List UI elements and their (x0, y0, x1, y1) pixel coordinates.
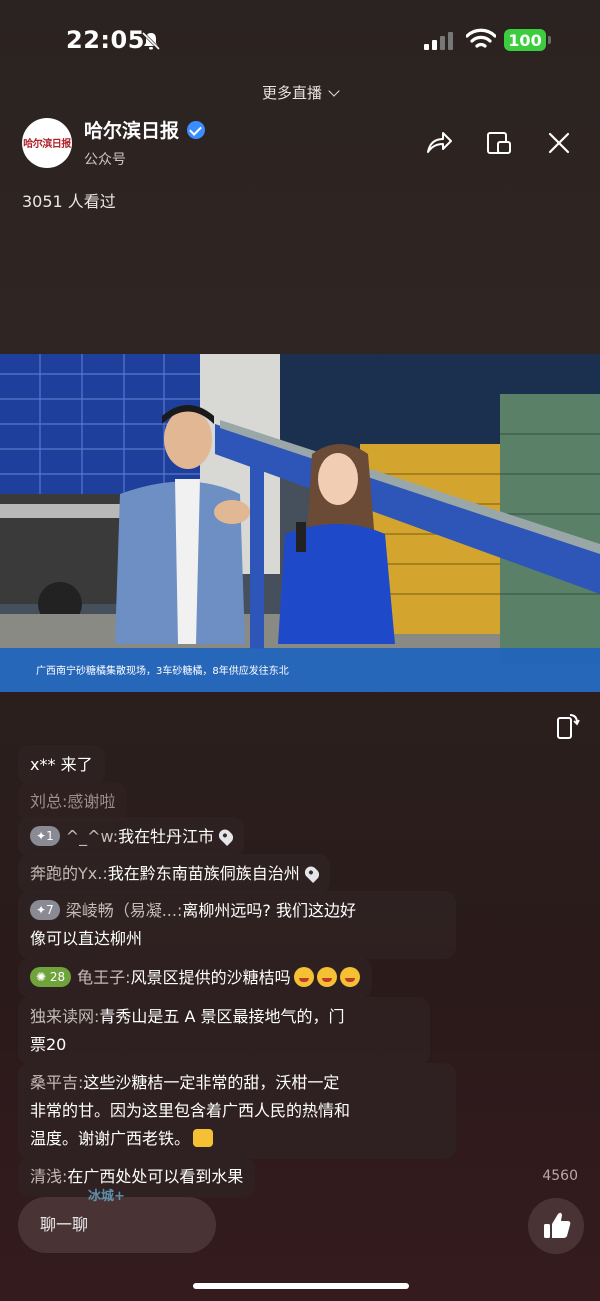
video-frame (0, 354, 600, 692)
level-badge: ✦7 (30, 900, 60, 920)
battery-icon: 100 (504, 29, 546, 51)
status-bar: 22:05 100 (0, 0, 600, 80)
close-icon[interactable] (544, 128, 574, 158)
viewer-count: 3051 人看过 (22, 192, 116, 211)
comment-text-cont: 票20 (30, 1035, 67, 1054)
rotate-screen-icon[interactable] (556, 712, 580, 740)
location-pin-icon (216, 826, 236, 847)
level-badge: ✺ 28 (30, 967, 72, 987)
watermark-logo: 冰城+ (88, 1189, 125, 1204)
comment-text: 感谢啦 (67, 792, 116, 811)
emoji-icon (293, 967, 314, 987)
comment-text: 离柳州远吗? 我们这边好 (182, 901, 356, 920)
channel-info[interactable]: 哈尔滨日报 哈尔滨日报 公众号 (22, 116, 206, 169)
chat-input[interactable]: 聊一聊 (18, 1197, 216, 1253)
comment-item: 清浅:在广西处处可以看到水果 (18, 1157, 256, 1197)
comment-item: 奔跑的Yx.:我在黔东南苗族侗族自治州 (18, 854, 330, 894)
float-window-icon[interactable] (484, 128, 514, 158)
comment-text: 来了 (60, 755, 93, 774)
comment-user: 清浅: (30, 1167, 68, 1186)
more-live-button[interactable]: 更多直播 (0, 82, 600, 103)
comment-text: 在广西处处可以看到水果 (67, 1167, 244, 1186)
comment-item: ✦7 梁崚畅（易凝...:离柳州远吗? 我们这边好 像可以直达柳州 (18, 891, 456, 959)
wifi-icon (466, 28, 496, 48)
comment-text: 青秀山是五 A 景区最接地气的，门 (99, 1007, 345, 1026)
emoji-icon (339, 967, 360, 987)
comment-text: 这些沙糖桔一定非常的甜，沃柑一定 (83, 1073, 340, 1092)
comment-text: 风景区提供的沙糖桔吗 (130, 968, 291, 987)
clock: 22:05 (66, 26, 145, 54)
comment-user: 刘总: (30, 792, 68, 811)
bell-muted-icon (141, 31, 161, 51)
comment-text-cont: 非常的甘。因为这里包含着广西人民的热情和 (30, 1101, 351, 1120)
thumbs-up-emoji (193, 1129, 214, 1147)
comment-user: 龟王子: (77, 968, 131, 987)
battery-tip (548, 36, 551, 44)
avatar-logo: 哈尔滨日报 (23, 139, 71, 150)
comment-user: x** (30, 755, 56, 774)
level-badge: ✦1 (30, 826, 60, 846)
comment-item: x** 来了 (18, 745, 105, 785)
comment-user: 独来读网: (30, 1007, 100, 1026)
more-live-label: 更多直播 (261, 84, 322, 102)
like-button[interactable] (528, 1198, 584, 1254)
emoji-icon (316, 967, 337, 987)
comment-user: 梁崚畅（易凝...: (65, 901, 183, 920)
channel-name: 哈尔滨日报 (84, 120, 180, 142)
channel-type: 公众号 (84, 152, 126, 168)
comment-user: 桑平吉: (30, 1073, 84, 1092)
chevron-down-icon (328, 85, 340, 97)
live-video[interactable] (0, 354, 600, 692)
share-icon[interactable] (424, 128, 454, 158)
comment-item: 独来读网:青秀山是五 A 景区最接地气的，门 票20 (18, 997, 430, 1065)
comment-user: 奔跑的Yx.: (30, 864, 108, 883)
comment-item: 桑平吉:这些沙糖桔一定非常的甜，沃柑一定 非常的甘。因为这里包含着广西人民的热情… (18, 1063, 456, 1159)
avatar[interactable]: 哈尔滨日报 (22, 117, 72, 168)
comment-text-cont: 温度。谢谢广西老铁。 (30, 1129, 191, 1148)
home-indicator[interactable] (193, 1283, 409, 1289)
cellular-signal-icon (424, 30, 453, 50)
video-caption: 广西南宁砂糖橘集散现场，3车砂糖橘，8年供应发往东北 (36, 666, 289, 677)
location-pin-icon (302, 863, 322, 884)
comment-item: ✦1 ^_^w:我在牡丹江市 (18, 817, 245, 857)
thumbs-up-icon (544, 1212, 571, 1238)
like-count: 4560 (542, 1168, 578, 1184)
comment-text: 我在牡丹江市 (118, 827, 215, 846)
comment-item: ✺ 28 龟王子:风景区提供的沙糖桔吗 (18, 958, 372, 998)
comment-text-cont: 像可以直达柳州 (30, 929, 143, 948)
verified-icon (187, 120, 206, 139)
comment-text: 我在黔东南苗族侗族自治州 (107, 864, 300, 883)
chat-input-placeholder: 聊一聊 (40, 1215, 89, 1234)
comment-user: ^_^w: (65, 827, 119, 846)
comment-item: 刘总:感谢啦 (18, 782, 128, 822)
